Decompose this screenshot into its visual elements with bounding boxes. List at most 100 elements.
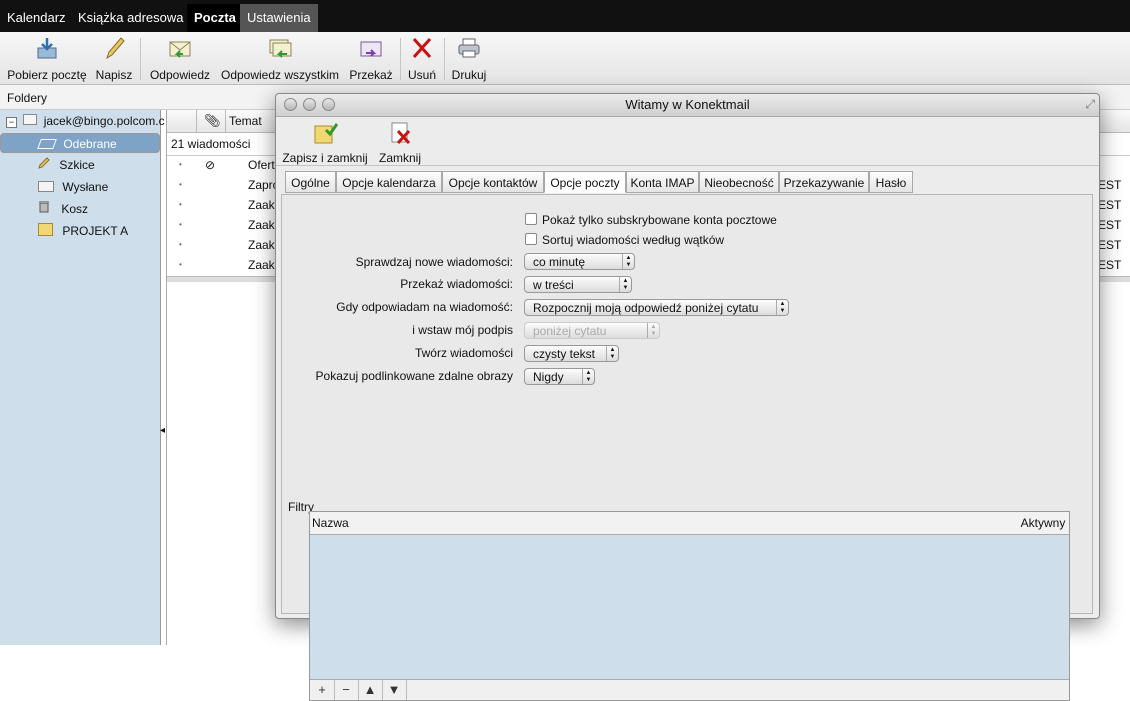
- forward-mode-value: w treści: [533, 278, 574, 292]
- attachment-column-icon[interactable]: 📎︎: [204, 113, 221, 129]
- dialog-titlebar[interactable]: Witamy w Konektmail ⤢: [276, 94, 1099, 117]
- tab-ogolne[interactable]: Ogólne: [285, 171, 336, 193]
- move-down-button[interactable]: ▼: [382, 680, 407, 700]
- close-label: Zamknij: [378, 151, 421, 165]
- forward-button[interactable]: Przekaż: [348, 36, 394, 82]
- subscribed-only-label: Pokaż tylko subskrybowane konta pocztowe: [542, 213, 777, 227]
- tab-ksiazka-adresowa[interactable]: Książka adresowa: [71, 4, 191, 32]
- sort-threads-checkbox[interactable]: Sortuj wiadomości według wątków: [525, 233, 724, 247]
- checkbox-box[interactable]: [525, 213, 537, 225]
- message-subject: Zaak: [248, 238, 275, 252]
- forward-mode-label: Przekaż wiadomości:: [400, 277, 513, 291]
- paperclip-icon: ⊘: [205, 158, 216, 172]
- filters-table[interactable]: Nazwa Aktywny + − ▲ ▼: [309, 511, 1070, 701]
- account-row[interactable]: − jacek@bingo.polcom.c: [6, 111, 165, 131]
- reply-button[interactable]: Odpowiedz: [148, 36, 212, 82]
- folder-wyslane[interactable]: Wysłane: [38, 177, 108, 197]
- save-and-close-button[interactable]: Zapisz i zamknij: [280, 121, 370, 165]
- message-count: 21 wiadomości: [171, 137, 251, 151]
- tab-poczta[interactable]: Poczta: [187, 4, 243, 32]
- stepper-icon: ▲▼: [606, 346, 618, 361]
- checkbox-box[interactable]: [525, 233, 537, 245]
- signature-position-label: i wstaw mój podpis: [412, 323, 513, 337]
- remote-images-label: Pokazuj podlinkowane zdalne obrazy: [315, 369, 513, 383]
- main-toolbar: Pobierz pocztę Napisz Odpowiedz Odpowied…: [0, 32, 1130, 85]
- tab-nieobecnosc[interactable]: Nieobecność: [699, 171, 779, 193]
- reply-label: Odpowiedz: [149, 68, 211, 82]
- print-button[interactable]: Drukuj: [450, 36, 488, 82]
- subject-column-header[interactable]: Temat: [229, 114, 262, 128]
- check-mail-select[interactable]: co minutę ▲▼: [524, 253, 635, 270]
- folder-kosz-label: Kosz: [61, 202, 89, 216]
- reply-all-icon: [267, 36, 293, 60]
- tab-konta-imap[interactable]: Konta IMAP: [626, 171, 699, 193]
- filters-active-header[interactable]: Aktywny: [1017, 512, 1069, 535]
- folder-odebrane[interactable]: Odebrane: [0, 133, 160, 153]
- folder-odebrane-label: Odebrane: [63, 137, 117, 151]
- folder-szkice[interactable]: Szkice: [38, 155, 95, 175]
- tab-opcje-poczty[interactable]: Opcje poczty: [544, 171, 626, 193]
- reply-position-select[interactable]: Rozpocznij moją odpowiedź poniżej cytatu…: [524, 299, 789, 316]
- tab-haslo[interactable]: Hasło: [869, 171, 913, 193]
- compose-format-label: Twórz wiadomości: [414, 346, 513, 360]
- reply-all-button[interactable]: Odpowiedz wszystkim: [219, 36, 341, 82]
- pane-splitter-handle[interactable]: ◂: [160, 425, 165, 436]
- compose-button[interactable]: Napisz: [94, 36, 134, 82]
- envelope-icon: [23, 114, 38, 125]
- download-mail-icon: [34, 36, 60, 60]
- message-subject: Zaak: [248, 218, 275, 232]
- forward-icon: [358, 36, 384, 60]
- signature-position-value: poniżej cytatu: [533, 324, 607, 338]
- message-right-cell: EST: [1098, 238, 1122, 252]
- print-label: Drukuj: [451, 68, 487, 82]
- message-right-cell: EST: [1098, 218, 1122, 232]
- tab-opcje-kontaktow[interactable]: Opcje kontaktów: [442, 171, 544, 193]
- compose-format-select[interactable]: czysty tekst ▲▼: [524, 345, 619, 362]
- stepper-icon: ▲▼: [776, 300, 788, 315]
- remove-filter-button[interactable]: −: [334, 680, 359, 700]
- tab-przekazywanie[interactable]: Przekazywanie: [779, 171, 869, 193]
- forward-label: Przekaż: [349, 68, 393, 82]
- folder-wyslane-label: Wysłane: [62, 180, 109, 194]
- folder-projekt-a-label: PROJEKT A: [62, 224, 129, 238]
- pencil-icon: [101, 36, 127, 60]
- signature-position-select: poniżej cytatu ▲▼: [524, 322, 660, 339]
- message-subject: Zaak: [248, 198, 275, 212]
- folder-kosz[interactable]: Kosz: [38, 199, 88, 219]
- tab-kalendarz[interactable]: Kalendarz: [0, 4, 73, 32]
- move-up-button[interactable]: ▲: [358, 680, 383, 700]
- save-and-close-label: Zapisz i zamknij: [282, 151, 368, 165]
- folder-icon: [38, 223, 53, 236]
- toolbar-separator: [444, 38, 445, 80]
- remote-images-select[interactable]: Nigdy ▲▼: [524, 368, 595, 385]
- stepper-icon: ▲▼: [622, 254, 634, 269]
- close-button[interactable]: Zamknij: [377, 121, 423, 165]
- folders-label: Foldery: [7, 91, 48, 105]
- dialog-title: Witamy w Konektmail: [625, 97, 750, 112]
- stepper-icon: ▲▼: [619, 277, 631, 292]
- reply-position-value: Rozpocznij moją odpowiedź poniżej cytatu: [533, 301, 759, 315]
- message-right-cell: EST: [1098, 258, 1122, 272]
- folder-sidebar: − jacek@bingo.polcom.c Odebrane Szkice W…: [0, 110, 165, 645]
- get-mail-button[interactable]: Pobierz pocztę: [6, 36, 88, 82]
- account-label: jacek@bingo.polcom.c: [43, 114, 165, 128]
- reply-position-label: Gdy odpowiadam na wiadomość:: [336, 300, 513, 314]
- sort-threads-label: Sortuj wiadomości według wątków: [542, 233, 725, 247]
- delete-x-icon: [409, 36, 435, 60]
- delete-label: Usuń: [407, 68, 436, 82]
- forward-mode-select[interactable]: w treści ▲▼: [524, 276, 632, 293]
- collapse-icon[interactable]: −: [6, 117, 17, 128]
- filters-name-header[interactable]: Nazwa: [310, 512, 1018, 535]
- mail-options-panel: Pokaż tylko subskrybowane konta pocztowe…: [281, 194, 1093, 701]
- subscribed-only-checkbox[interactable]: Pokaż tylko subskrybowane konta pocztowe: [525, 213, 777, 227]
- close-doc-icon: [387, 121, 413, 145]
- add-filter-button[interactable]: +: [310, 680, 335, 700]
- check-mail-value: co minutę: [533, 255, 586, 269]
- tab-opcje-kalendarza[interactable]: Opcje kalendarza: [336, 171, 442, 193]
- resize-icon[interactable]: ⤢: [1085, 97, 1095, 112]
- filters-controls: + − ▲ ▼: [310, 679, 1069, 700]
- delete-button[interactable]: Usuń: [405, 36, 439, 82]
- tab-ustawienia[interactable]: Ustawienia: [240, 4, 318, 32]
- folder-projekt-a[interactable]: PROJEKT A: [38, 221, 128, 241]
- inbox-icon: [37, 139, 57, 149]
